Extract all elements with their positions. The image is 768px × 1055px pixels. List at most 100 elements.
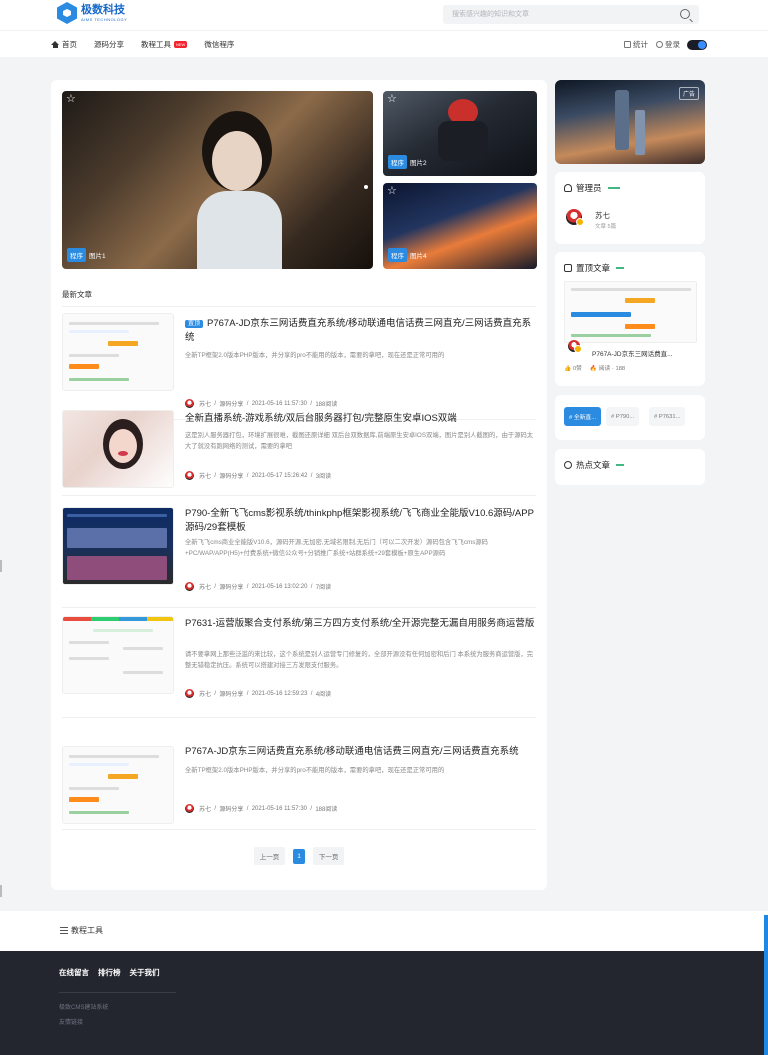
main-content: ☆ 程序 图片1 ☆ 程序 图片2 ☆ 程序 图片4 最新文章 置顶 P767A… [51, 80, 547, 890]
slide-label: 图片2 [410, 160, 427, 167]
pinned-thumbnail[interactable] [564, 281, 697, 343]
author-name[interactable]: 苏七 [199, 804, 211, 813]
article-views: 4阅读 [315, 692, 332, 698]
slide-label: 图片4 [410, 253, 427, 260]
slide-tag: 程序 [388, 155, 407, 169]
slide-main[interactable]: ☆ 程序 图片1 [62, 91, 373, 269]
author-avatar[interactable] [185, 689, 194, 698]
article-category[interactable]: 源码分享 [219, 689, 243, 698]
tool-bar: 教程工具 [0, 911, 768, 951]
author-name[interactable]: 苏七 [199, 582, 211, 591]
pinned-article-title[interactable]: P767A-JD京东三网话费直... [592, 348, 700, 358]
prev-page-button[interactable]: 上一页 [253, 847, 286, 865]
title-accent [616, 267, 625, 269]
author-avatar[interactable] [185, 471, 194, 480]
ad-tower [635, 110, 645, 155]
article-thumbnail[interactable] [62, 746, 174, 824]
search-input[interactable] [443, 5, 663, 24]
nav-item-label: 源码分享 [94, 40, 124, 49]
star-icon[interactable]: ☆ [387, 186, 397, 197]
site-logo[interactable]: 极数科技 AIMS TECHNOLOGY [57, 2, 127, 24]
admin-avatar[interactable] [566, 209, 584, 226]
footer-text[interactable]: 友情链接 [59, 1017, 83, 1026]
article-desc: 全新飞飞cms商业全能版V10.6，源码开源,无加密,无域名限制,无后门（可以二… [185, 539, 488, 557]
article-title[interactable]: 全新直播系统-游戏系统/双后台服务器打包/完整原生安卓IOS双端 [185, 412, 537, 426]
article-desc: 全新TP框架2.0版本PHP版本，并分享的pro不能用的版本，需要的拿吧，现在还… [185, 767, 445, 774]
nav-item-home[interactable]: 首页 [51, 39, 77, 50]
nav-item-source[interactable]: 源码分享 [94, 39, 124, 50]
slide-2[interactable]: ☆ 程序 图片2 [383, 91, 537, 176]
article-views: 3阅读 [315, 474, 332, 480]
fire-icon [564, 461, 572, 469]
author-avatar[interactable] [185, 582, 194, 591]
next-page-button[interactable]: 下一页 [312, 847, 345, 865]
stats-link[interactable]: 统计 [624, 39, 648, 50]
tag-chip[interactable]: # 全新直... [564, 407, 602, 426]
latest-articles-title: 最新文章 [62, 290, 92, 299]
author-name[interactable]: 苏七 [199, 471, 211, 480]
article-category[interactable]: 源码分享 [219, 804, 243, 813]
search-icon[interactable] [680, 9, 690, 19]
article-item[interactable]: P790-全新飞飞cms影视系统/thinkphp框架影视系统/飞飞商业全能版V… [62, 496, 536, 608]
ad-tower [615, 90, 629, 150]
article-title[interactable]: 置顶 P767A-JD京东三网话费直充系统/移动联通电信话费三网直充/三网话费直充… [185, 317, 537, 345]
article-category[interactable]: 源码分享 [219, 471, 243, 480]
user-circle-icon [656, 41, 663, 48]
slide-tag: 程序 [67, 248, 86, 262]
article-desc: 这是别人服务器打包，环境扩展很难，截图还原详细 双后台双数据库,前端原生安卓IO… [185, 432, 534, 450]
user-icon [564, 184, 572, 192]
footer-link-about[interactable]: 关于我们 [130, 967, 160, 978]
article-category[interactable]: 源码分享 [219, 582, 243, 591]
sidebar-ad[interactable]: 广告 [555, 80, 705, 164]
slider-dot[interactable] [364, 185, 368, 189]
slide-caption: 程序 图片1 [67, 248, 106, 262]
admin-post-count: 文章 5篇 [595, 224, 617, 230]
widget-title-text: 管理员 [576, 183, 602, 193]
author-avatar[interactable] [185, 804, 194, 813]
nav-item-tutorials[interactable]: 教程工具 NEW [141, 39, 188, 50]
article-title[interactable]: P7631-运营版聚合支付系统/第三方四方支付系统/全开源完整无漏自用服务商运营… [185, 617, 537, 631]
article-title[interactable]: P767A-JD京东三网话费直充系统/移动联通电信话费三网直充/三网话费直充系统 [185, 745, 537, 759]
page-1-button[interactable]: 1 [293, 848, 305, 864]
tag-chip[interactable]: # P7631... [649, 407, 686, 426]
hot-widget: 热点文章 [555, 449, 705, 485]
admin-name[interactable]: 苏七 [595, 210, 610, 221]
like-count[interactable]: 👍 0赞 [564, 363, 582, 372]
slide-caption: 程序 图片2 [388, 155, 427, 169]
article-thumbnail[interactable] [62, 313, 174, 391]
footer-link-message[interactable]: 在线留言 [59, 967, 89, 978]
footer-link-ranking[interactable]: 排行榜 [98, 967, 121, 978]
pinned-widget: 置顶文章 P767A-JD京东三网话费直... 👍 0赞 🔥 阅读 · 188 [555, 252, 705, 386]
slide-face [212, 131, 262, 191]
view-count: 🔥 阅读 · 188 [589, 366, 626, 372]
article-desc: 全新TP框架2.0版本PHP版本，并分享的pro不能用的版本，需要的拿吧，现在还… [185, 352, 445, 359]
author-avatar[interactable] [568, 340, 582, 353]
admin-widget: 管理员 苏七 文章 5篇 [555, 172, 705, 244]
article-title[interactable]: P790-全新飞飞cms影视系统/thinkphp框架影视系统/飞飞商业全能版V… [185, 507, 537, 535]
article-thumbnail[interactable] [62, 616, 174, 694]
nav-item-wechat[interactable]: 微信程序 [204, 39, 234, 50]
title-accent [616, 464, 625, 466]
edge-marker [0, 560, 2, 572]
article-date: 2021-05-16 11:57:30 [251, 805, 307, 812]
star-icon[interactable]: ☆ [66, 94, 76, 105]
tag-chip[interactable]: # P790... [606, 407, 640, 426]
slide-figure-body [438, 121, 488, 161]
dark-mode-toggle[interactable] [687, 39, 707, 50]
footer-text[interactable]: 极致CMS建站系统 [59, 1002, 108, 1011]
widget-title-text: 热点文章 [576, 460, 611, 470]
star-icon[interactable]: ☆ [387, 94, 397, 105]
top-bar: 极数科技 AIMS TECHNOLOGY [0, 0, 768, 30]
author-name[interactable]: 苏七 [199, 689, 211, 698]
article-item[interactable]: P767A-JD京东三网话费直充系统/移动联通电信话费三网直充/三网话费直充系统… [62, 718, 536, 830]
scrollbar[interactable] [764, 915, 768, 1055]
article-item[interactable]: 全新直播系统-游戏系统/双后台服务器打包/完整原生安卓IOS双端 这是别人服务器… [62, 400, 536, 496]
login-link[interactable]: 登录 [656, 39, 680, 50]
article-thumbnail[interactable] [62, 410, 174, 488]
slide-3[interactable]: ☆ 程序 图片4 [383, 183, 537, 269]
article-thumbnail[interactable] [62, 507, 174, 585]
ad-label: 广告 [678, 87, 699, 100]
tool-link[interactable]: 教程工具 [60, 925, 103, 936]
article-item[interactable]: P7631-运营版聚合支付系统/第三方四方支付系统/全开源完整无漏自用服务商运营… [62, 608, 536, 718]
nav-right: 统计 登录 [624, 31, 707, 58]
